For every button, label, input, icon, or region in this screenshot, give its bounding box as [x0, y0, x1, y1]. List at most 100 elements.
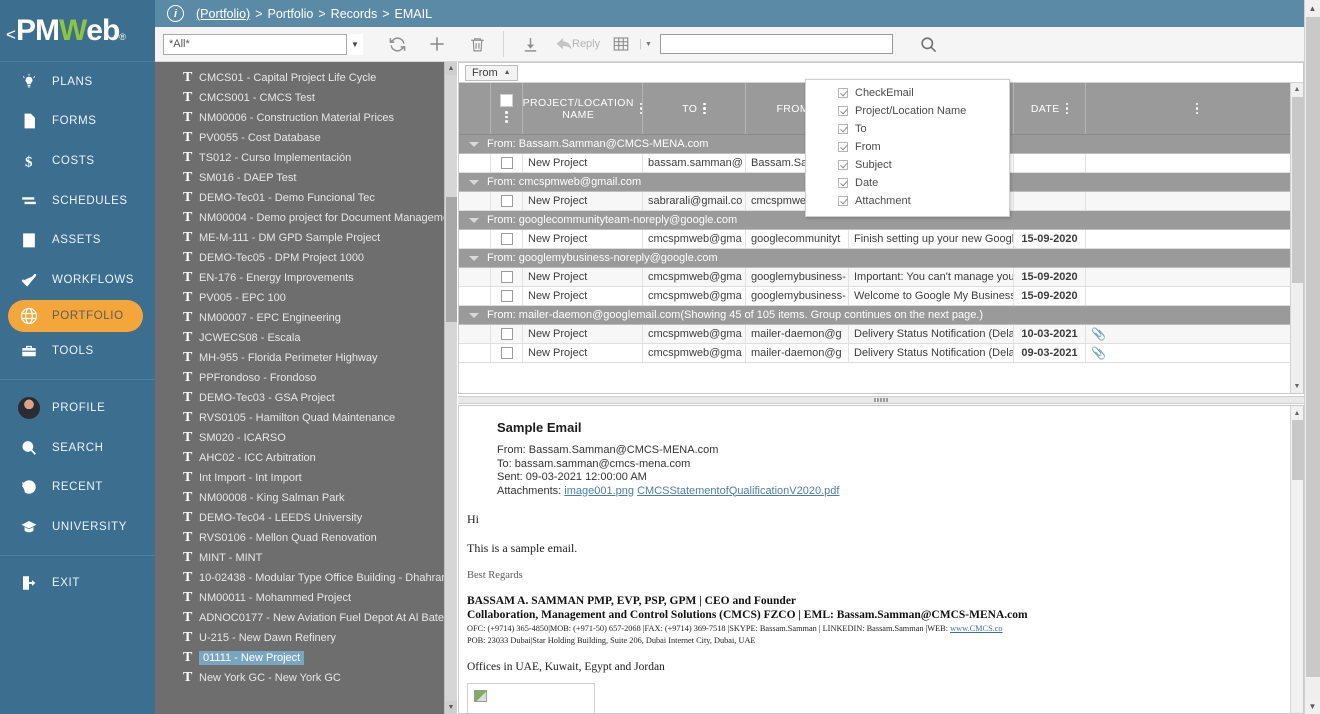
sidebar-item-costs[interactable]: $ COSTS [0, 141, 155, 181]
project-list-item[interactable]: T CMCS01 - Capital Project Life Cycle [155, 68, 457, 88]
project-filter-select[interactable]: *All* ▼ [163, 33, 363, 55]
project-list-item[interactable]: T MH-955 - Florida Perimeter Highway [155, 348, 457, 368]
checkbox[interactable] [838, 142, 848, 152]
project-list-item[interactable]: T NM00011 - Mohammed Project [155, 588, 457, 608]
project-list-item[interactable]: T SM020 - ICARSO [155, 428, 457, 448]
table-row[interactable]: New Project cmcspmweb@gma mailer-daemon@g D… [459, 325, 1303, 344]
project-list-item[interactable]: T RVS0105 - Hamilton Quad Maintenance [155, 408, 457, 428]
attachment-link-image001[interactable]: image001.png [564, 485, 634, 497]
column-chooser-item[interactable]: Date [806, 174, 1009, 192]
sidebar-item-portfolio[interactable]: PORTFOLIO [8, 299, 143, 332]
project-list-item[interactable]: T Int Import - Int Import [155, 468, 457, 488]
column-chooser-item[interactable]: From [806, 138, 1009, 156]
checkbox[interactable] [838, 160, 848, 170]
checkbox[interactable] [838, 106, 848, 116]
sidebar-item-assets[interactable]: ASSETS [0, 220, 155, 260]
project-list-item[interactable]: T RVS0106 - Mellon Quad Renovation [155, 528, 457, 548]
project-list-item[interactable]: T DEMO-Tec01 - Demo Funcional Tec [155, 188, 457, 208]
column-chooser-item[interactable]: CheckEmail [806, 84, 1009, 102]
scroll-up-icon[interactable]: ▲ [1305, 0, 1320, 16]
project-list-item[interactable]: T NM00006 - Construction Material Prices [155, 108, 457, 128]
project-list-item[interactable]: T EN-176 - Energy Improvements [155, 268, 457, 288]
project-list-item[interactable]: T NM00007 - EPC Engineering [155, 308, 457, 328]
row-checkbox-cell[interactable] [491, 230, 523, 248]
scroll-up-icon[interactable]: ▲ [445, 62, 457, 75]
row-checkbox-cell[interactable] [491, 268, 523, 286]
sidebar-item-forms[interactable]: FORMS [0, 102, 155, 142]
project-list-item[interactable]: T U-215 - New Dawn Refinery [155, 628, 457, 648]
column-chooser-popup[interactable]: CheckEmail Project/Location Name To From Sub… [805, 79, 1010, 217]
row-checkbox[interactable] [500, 271, 513, 283]
project-list-item[interactable]: T ME-M-111 - DM GPD Sample Project [155, 228, 457, 248]
info-icon[interactable]: i [167, 5, 184, 22]
project-list-item[interactable]: T TS012 - Curso Implementación [155, 148, 457, 168]
project-list-item[interactable]: T 01111 - New Project [155, 648, 457, 668]
project-list-item[interactable]: T PV005 - EPC 100 [155, 288, 457, 308]
column-menu-icon[interactable] [639, 102, 643, 115]
table-row[interactable]: New Project cmcspmweb@gma googlemybusiness… [459, 268, 1303, 287]
trash-icon[interactable] [457, 27, 497, 61]
column-chooser-item[interactable]: Attachment [806, 192, 1009, 210]
sidebar-item-plans[interactable]: PLANS [0, 62, 155, 102]
collapse-icon[interactable] [469, 141, 479, 147]
download-icon[interactable] [510, 27, 550, 61]
row-checkbox[interactable] [500, 157, 513, 169]
row-checkbox[interactable] [500, 290, 513, 302]
search-icon[interactable] [909, 27, 949, 61]
row-checkbox[interactable] [500, 233, 513, 245]
sidebar-item-schedules[interactable]: SCHEDULES [0, 181, 155, 221]
project-list-item[interactable]: T SM016 - DAEP Test [155, 168, 457, 188]
collapse-icon[interactable] [469, 217, 479, 223]
preview-vertical-scrollbar[interactable]: ▲ [1290, 406, 1303, 713]
grid-header-attachment[interactable] [1086, 83, 1303, 134]
collapse-icon[interactable] [469, 312, 479, 318]
row-checkbox[interactable] [500, 347, 513, 359]
column-chooser-item[interactable]: To [806, 120, 1009, 138]
search-input[interactable] [659, 34, 893, 54]
row-checkbox-cell[interactable] [491, 325, 523, 343]
column-menu-icon[interactable] [505, 111, 508, 123]
pmweb-logo[interactable]: < PM Web ® [0, 0, 155, 62]
row-checkbox-cell[interactable] [491, 154, 523, 172]
reply-label[interactable]: Reply [572, 38, 600, 50]
sidebar-item-recent[interactable]: RECENT [0, 467, 155, 507]
scrollbar-thumb[interactable] [1292, 420, 1303, 480]
plus-icon[interactable] [417, 27, 457, 61]
caret-down-icon[interactable]: ▼ [346, 33, 363, 55]
row-checkbox-cell[interactable] [491, 192, 523, 210]
caret-down-icon[interactable]: ▼ [645, 41, 652, 48]
sidebar-item-workflows[interactable]: WORKFLOWS [0, 260, 155, 300]
grid-header-project-location-name[interactable]: PROJECT/LOCATION NAME [523, 83, 643, 134]
sidebar-item-university[interactable]: UNIVERSITY [0, 507, 155, 547]
table-row[interactable]: New Project cmcspmweb@gma googlecommunityt… [459, 230, 1303, 249]
checkbox[interactable] [838, 124, 848, 134]
breadcrumb-portfolio-link[interactable]: (Portfolio) [196, 7, 250, 21]
scroll-down-icon[interactable]: ▼ [1291, 380, 1303, 393]
grid-header-to[interactable]: TO [643, 83, 746, 134]
grid-header-date[interactable]: DATE [1014, 83, 1086, 134]
project-list-item[interactable]: T MINT - MINT [155, 548, 457, 568]
scroll-up-icon[interactable]: ▲ [1291, 406, 1303, 419]
project-list-item[interactable]: T New York GC - New York GC [155, 668, 457, 688]
caret-up-icon[interactable]: ▲ [504, 69, 511, 76]
grid-vertical-scrollbar[interactable]: ▲ ▼ [1290, 83, 1303, 393]
table-row[interactable]: New Project cmcspmweb@gma googlemybusiness… [459, 287, 1303, 306]
scrollbar-thumb[interactable] [446, 197, 457, 322]
collapse-icon[interactable] [469, 255, 479, 261]
column-chooser-item[interactable]: Subject [806, 156, 1009, 174]
row-checkbox[interactable] [500, 328, 513, 340]
breadcrumb-portfolio[interactable]: Portfolio [268, 7, 314, 21]
project-list-item[interactable]: T 10-02438 - Modular Type Office Building… [155, 568, 457, 588]
project-list-item[interactable]: T CMCS001 - CMCS Test [155, 88, 457, 108]
sidebar-item-exit[interactable]: EXIT [0, 564, 155, 604]
sidebar-item-tools[interactable]: TOOLS [0, 332, 155, 372]
row-checkbox-cell[interactable] [491, 344, 523, 362]
checkbox[interactable] [838, 196, 848, 206]
project-list-item[interactable]: T ADNOC0177 - New Aviation Fuel Depot At … [155, 608, 457, 628]
grid-table-icon[interactable] [606, 27, 636, 61]
select-all-checkbox[interactable] [500, 94, 513, 108]
paperclip-icon[interactable]: 📎 [1091, 327, 1106, 341]
paperclip-icon[interactable]: 📎 [1091, 346, 1106, 360]
column-menu-icon[interactable] [703, 102, 706, 115]
project-list-scrollbar[interactable]: ▲ ▼ [444, 62, 457, 714]
